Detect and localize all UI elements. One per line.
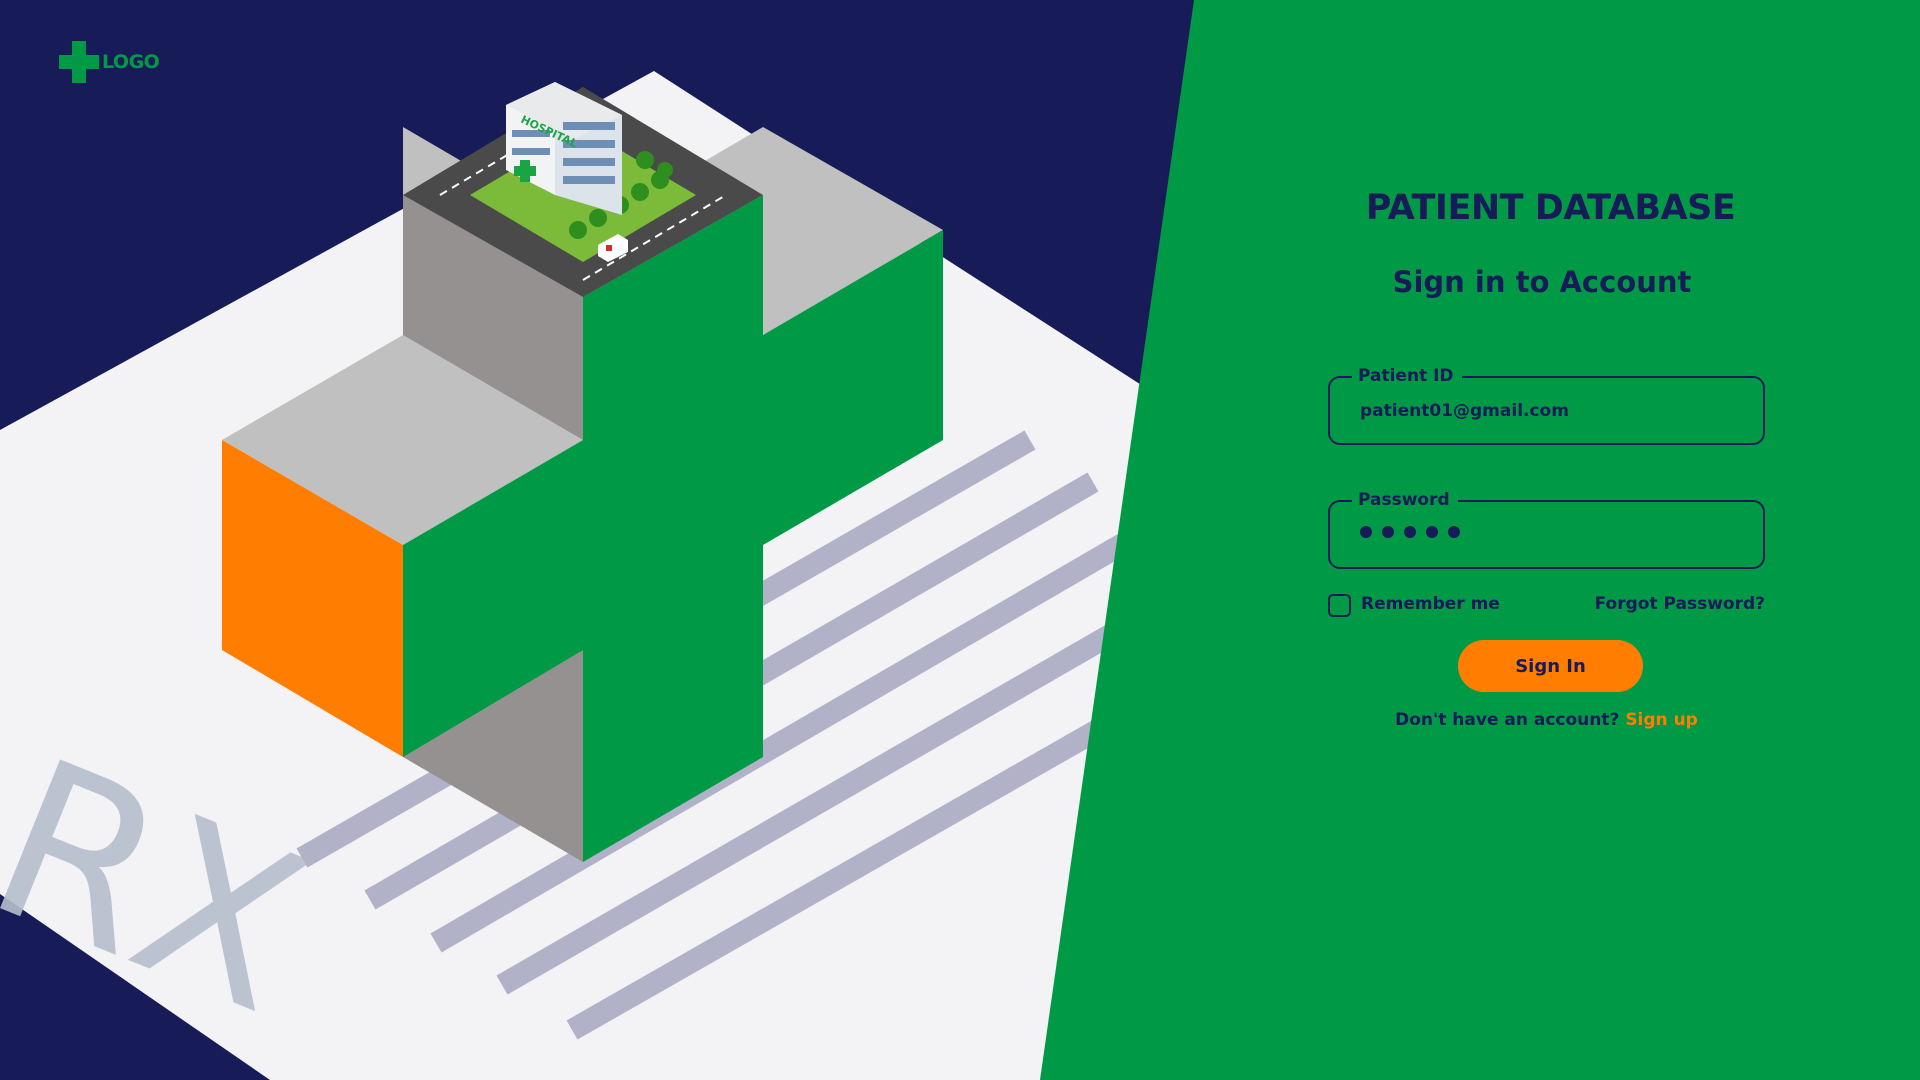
remember-me-checkbox[interactable] <box>1328 594 1351 617</box>
password-input[interactable] <box>1360 526 1460 538</box>
remember-me-label[interactable]: Remember me <box>1361 594 1500 614</box>
password-dot <box>1448 526 1460 538</box>
logo[interactable]: LOGO <box>59 40 160 84</box>
patient-id-field[interactable]: Patient ID <box>1328 366 1765 445</box>
patient-id-input[interactable] <box>1360 378 1740 443</box>
password-dot <box>1404 526 1416 538</box>
forgot-password-link[interactable]: Forgot Password? <box>1595 594 1765 614</box>
password-dot <box>1382 526 1394 538</box>
form-options-row: Remember me Forgot Password? <box>1328 592 1765 618</box>
signup-row: Don't have an account? Sign up <box>1328 710 1765 730</box>
password-dot <box>1360 526 1372 538</box>
signup-prompt: Don't have an account? <box>1395 710 1620 730</box>
password-dot <box>1426 526 1438 538</box>
sign-up-link[interactable]: Sign up <box>1625 710 1698 730</box>
logo-text: LOGO <box>102 51 160 73</box>
medical-cross-icon <box>59 41 99 83</box>
form-subtitle: Sign in to Account <box>1392 265 1692 299</box>
password-field[interactable]: Password <box>1328 490 1765 569</box>
sign-in-button[interactable]: Sign In <box>1458 640 1643 692</box>
page-title: PATIENT DATABASE <box>1365 188 1736 228</box>
password-label: Password <box>1352 490 1458 510</box>
